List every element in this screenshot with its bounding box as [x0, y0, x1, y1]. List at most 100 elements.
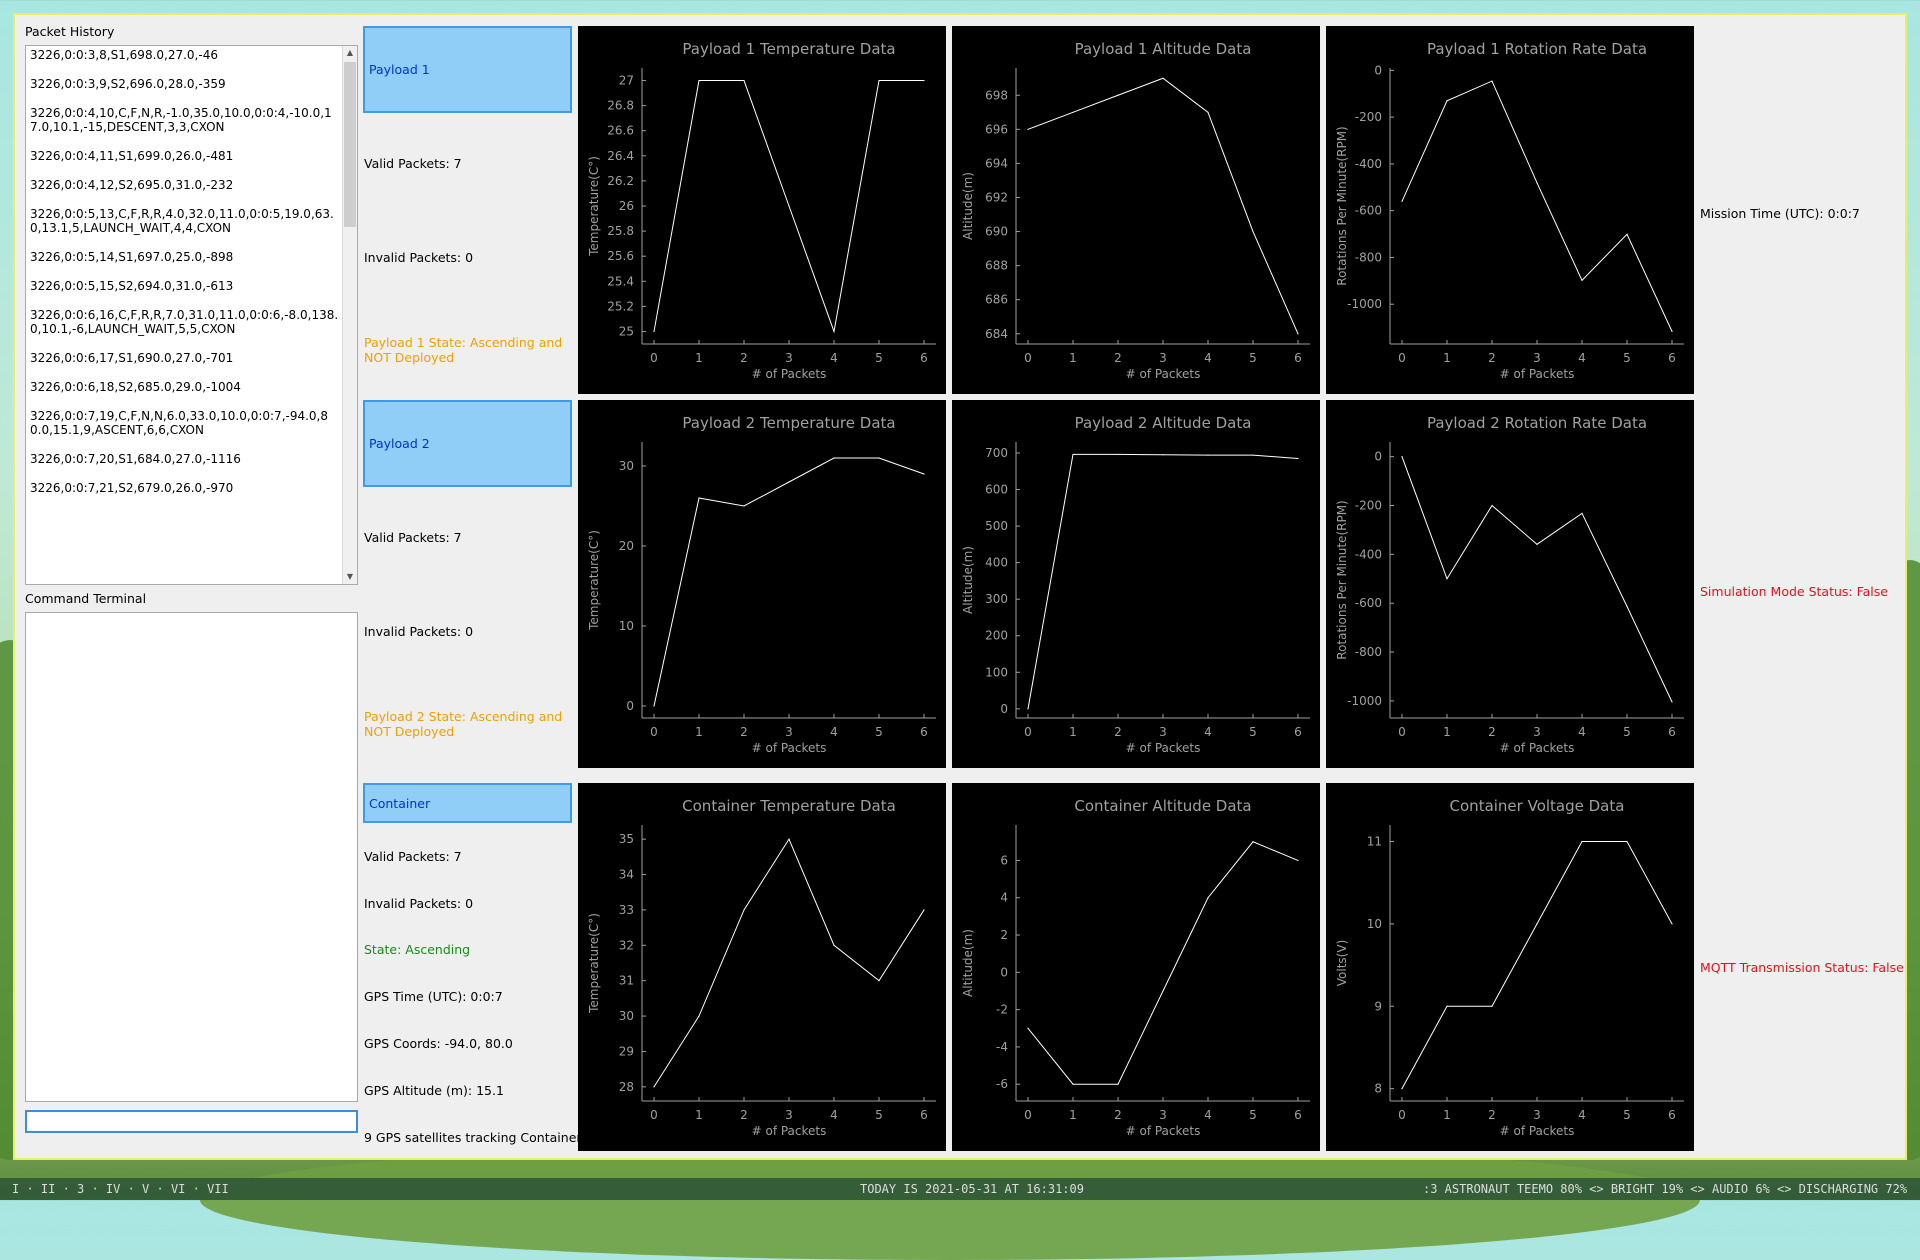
- y-tick-label: 8: [1374, 1082, 1382, 1096]
- x-tick-label: 0: [1398, 725, 1406, 739]
- series-line: [1027, 841, 1299, 1085]
- packet-history-item[interactable]: 3226,0:0:4,11,S1,699.0,26.0,-481: [26, 149, 343, 163]
- container-gps-time: GPS Time (UTC): 0:0:7: [364, 989, 503, 1004]
- y-tick-label: 690: [985, 225, 1008, 239]
- x-tick-label: 3: [1159, 351, 1167, 365]
- simulation-mode-status: Simulation Mode Status: False: [1700, 584, 1888, 599]
- packet-history-item[interactable]: 3226,0:0:5,15,S2,694.0,31.0,-613: [26, 279, 343, 293]
- data-point: [1401, 200, 1403, 202]
- data-point: [743, 505, 745, 507]
- series-line: [1027, 77, 1299, 334]
- packet-history-item[interactable]: 3226,0:0:4,12,S2,695.0,31.0,-232: [26, 178, 343, 192]
- packet-history-item[interactable]: 3226,0:0:7,20,S1,684.0,27.0,-1116: [26, 452, 343, 466]
- data-point: [1581, 279, 1583, 281]
- y-tick-label: 694: [985, 156, 1008, 170]
- data-point: [1072, 453, 1074, 456]
- x-axis-label: # of Packets: [1126, 741, 1201, 755]
- y-tick-label: 26.8: [607, 99, 634, 113]
- packet-history-item[interactable]: 3226,0:0:3,8,S1,698.0,27.0,-46: [26, 48, 343, 62]
- data-point: [1626, 840, 1628, 843]
- x-axis-label: # of Packets: [752, 741, 827, 755]
- x-tick-label: 6: [920, 725, 928, 739]
- packet-history-item[interactable]: 3226,0:0:3,9,S2,696.0,28.0,-359: [26, 77, 343, 91]
- x-tick-label: 2: [1488, 725, 1496, 739]
- y-tick-label: 32: [619, 938, 634, 952]
- y-tick-label: 33: [619, 903, 634, 917]
- y-tick-label: 25.4: [607, 274, 634, 288]
- data-point: [743, 909, 745, 911]
- data-point: [923, 909, 925, 911]
- data-point: [833, 944, 835, 946]
- data-point: [1117, 94, 1119, 96]
- scroll-down-icon[interactable]: ▼: [343, 570, 357, 584]
- data-point: [698, 497, 700, 499]
- y-tick-label: -400: [1355, 547, 1382, 561]
- packet-history-list[interactable]: 3226,0:0:3,8,S1,698.0,27.0,-46 3226,0:0:3…: [25, 45, 358, 585]
- series-line: [653, 457, 925, 707]
- data-point: [1626, 605, 1628, 607]
- scroll-up-icon[interactable]: ▲: [343, 46, 357, 60]
- x-tick-label: 2: [740, 725, 748, 739]
- y-axis-label: Volts(V): [1335, 940, 1349, 986]
- payload2-valid-packets: Valid Packets: 7: [364, 530, 462, 545]
- data-point: [1536, 543, 1538, 545]
- data-point: [788, 205, 790, 207]
- container-button[interactable]: Container: [363, 783, 572, 823]
- y-tick-label: 2: [1000, 928, 1008, 942]
- packet-history-item[interactable]: 3226,0:0:5,13,C,F,R,R,4.0,32.0,11.0,0:0:…: [26, 207, 343, 235]
- scroll-thumb[interactable]: [344, 62, 356, 227]
- y-tick-label: 700: [985, 446, 1008, 460]
- taskbar-date: TODAY IS 2021-05-31 AT 16:31:09: [860, 1182, 1084, 1196]
- y-tick-label: 9: [1374, 999, 1382, 1013]
- y-tick-label: 696: [985, 122, 1008, 136]
- payload2-button[interactable]: Payload 2: [363, 400, 572, 487]
- packet-history-item[interactable]: 3226,0:0:7,19,C,F,N,N,6.0,33.0,10.0,0:0:…: [26, 409, 343, 437]
- y-tick-label: 20: [619, 539, 634, 553]
- command-input[interactable]: [25, 1110, 358, 1133]
- x-axis-label: # of Packets: [1500, 1124, 1575, 1138]
- chart-title: Payload 1 Altitude Data: [1075, 40, 1252, 58]
- x-axis-label: # of Packets: [1126, 367, 1201, 381]
- y-tick-label: 0: [1374, 450, 1382, 464]
- payload1-button[interactable]: Payload 1: [363, 26, 572, 113]
- packet-history-item[interactable]: 3226,0:0:7,21,S2,679.0,26.0,-970: [26, 481, 343, 495]
- x-tick-label: 2: [1488, 351, 1496, 365]
- y-tick-label: -6: [996, 1077, 1008, 1091]
- x-tick-label: 1: [1443, 725, 1451, 739]
- x-tick-label: 0: [1024, 1108, 1032, 1122]
- x-tick-label: 1: [1069, 351, 1077, 365]
- data-point: [1401, 1088, 1403, 1090]
- data-point: [1671, 923, 1673, 925]
- x-axis-label: # of Packets: [1500, 741, 1575, 755]
- y-axis-label: Altitude(m): [961, 929, 975, 997]
- data-point: [1027, 128, 1029, 130]
- packet-history-items: 3226,0:0:3,8,S1,698.0,27.0,-46 3226,0:0:3…: [26, 48, 343, 510]
- data-point: [653, 705, 655, 707]
- payload2-state: Payload 2 State: Ascending and NOT Deplo…: [364, 709, 563, 739]
- x-tick-label: 2: [1114, 1108, 1122, 1122]
- x-tick-label: 2: [1114, 725, 1122, 739]
- command-terminal-output[interactable]: [25, 612, 358, 1102]
- x-axis-label: # of Packets: [752, 367, 827, 381]
- series-line: [1401, 80, 1673, 332]
- x-tick-label: 4: [1578, 1108, 1586, 1122]
- y-axis-label: Rotations Per Minute(RPM): [1335, 126, 1349, 285]
- x-axis-label: # of Packets: [752, 1124, 827, 1138]
- y-tick-label: 0: [626, 699, 634, 713]
- data-point: [1581, 512, 1583, 514]
- x-tick-label: 5: [875, 1108, 883, 1122]
- payload2-temperature-chart: Payload 2 Temperature Data 0 1 2 3 4 5 6 0 10 20 30…: [578, 400, 946, 768]
- command-terminal-label: Command Terminal: [25, 591, 147, 606]
- packet-history-item[interactable]: 3226,0:0:6,17,S1,690.0,27.0,-701: [26, 351, 343, 365]
- ground-station-window: Packet History 3226,0:0:3,8,S1,698.0,27.…: [13, 13, 1907, 1160]
- packet-history-item[interactable]: 3226,0:0:5,14,S1,697.0,25.0,-898: [26, 250, 343, 264]
- y-tick-label: -1000: [1347, 297, 1382, 311]
- data-point: [1072, 111, 1074, 113]
- packet-history-scrollbar[interactable]: ▲ ▼: [342, 46, 357, 584]
- packet-history-item[interactable]: 3226,0:0:4,10,C,F,N,R,-1.0,35.0,10.0,0:0…: [26, 106, 343, 134]
- packet-history-item[interactable]: 3226,0:0:6,16,C,F,R,R,7.0,31.0,11.0,0:0:…: [26, 308, 343, 336]
- packet-history-item[interactable]: 3226,0:0:6,18,S2,685.0,29.0,-1004: [26, 380, 343, 394]
- workspace-switcher[interactable]: I · II · 3 · IV · V · VI · VII: [12, 1182, 229, 1196]
- x-tick-label: 4: [1204, 351, 1212, 365]
- data-point: [698, 79, 700, 82]
